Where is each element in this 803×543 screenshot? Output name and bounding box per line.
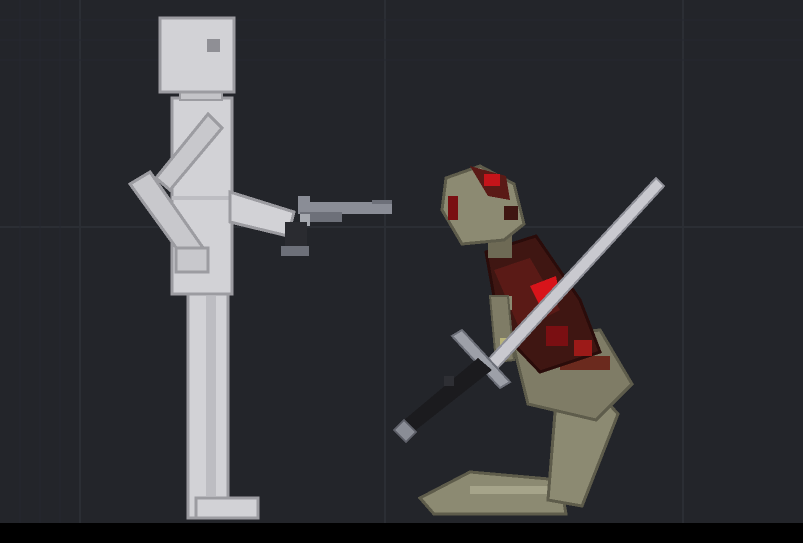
game-viewport[interactable] (0, 0, 803, 543)
floor (0, 523, 803, 543)
sandbox-canvas[interactable] (0, 0, 803, 543)
human-eye (207, 39, 220, 52)
human-head[interactable] (158, 16, 236, 94)
